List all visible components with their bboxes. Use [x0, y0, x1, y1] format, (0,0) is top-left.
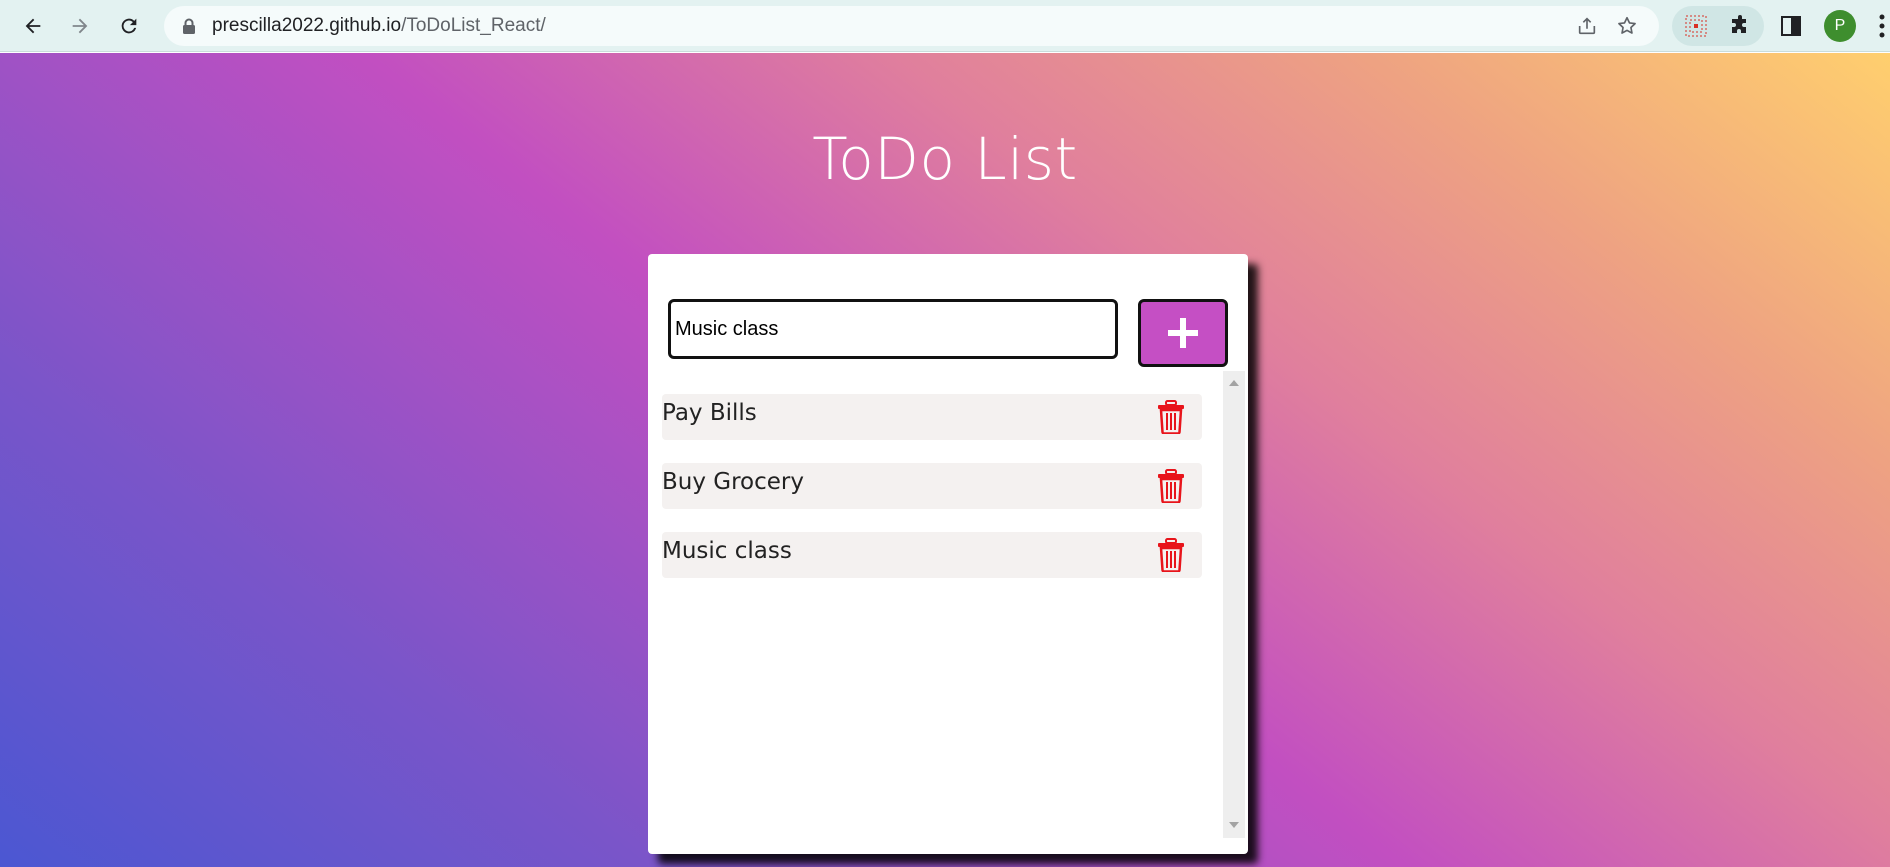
page-title: ToDo List — [812, 125, 1078, 193]
forward-arrow-icon — [72, 18, 88, 34]
grid-extension-icon[interactable] — [1684, 14, 1708, 38]
trash-icon[interactable] — [1156, 469, 1186, 503]
todo-item-text: Buy Grocery — [662, 469, 804, 495]
list-scrollbar[interactable] — [1223, 371, 1245, 838]
todo-card: Pay Bills Buy Grocery Music clas — [648, 254, 1248, 854]
share-icon[interactable] — [1576, 15, 1598, 37]
page-background: ToDo List Pay Bills Buy Grocery — [0, 53, 1890, 867]
todo-item-text: Pay Bills — [662, 400, 757, 426]
todo-list: Pay Bills Buy Grocery Music class — [662, 372, 1224, 838]
browser-toolbar: prescilla2022.github.io/ToDoList_React/ … — [0, 0, 1890, 52]
add-todo-button[interactable] — [1138, 299, 1228, 367]
reload-icon — [121, 18, 137, 34]
back-arrow-icon — [25, 18, 41, 34]
todo-item: Pay Bills — [662, 394, 1202, 440]
todo-input[interactable] — [668, 299, 1118, 359]
address-bar[interactable]: prescilla2022.github.io/ToDoList_React/ — [164, 6, 1659, 46]
todo-item: Music class — [662, 532, 1202, 578]
url-path: /ToDoList_React/ — [401, 15, 546, 36]
url-host: prescilla2022.github.io — [212, 15, 402, 36]
forward-button[interactable] — [63, 9, 97, 43]
todo-item-text: Music class — [662, 538, 792, 564]
avatar[interactable]: P — [1824, 10, 1856, 42]
scroll-down-arrow-icon[interactable] — [1228, 821, 1240, 829]
todo-item: Buy Grocery — [662, 463, 1202, 509]
puzzle-icon[interactable] — [1728, 14, 1752, 38]
scroll-up-arrow-icon[interactable] — [1228, 379, 1240, 387]
url-text: prescilla2022.github.io/ToDoList_React/ — [212, 6, 546, 46]
menu-dots-icon[interactable] — [1878, 12, 1886, 40]
reload-button[interactable] — [112, 9, 146, 43]
plus-icon — [1168, 318, 1198, 348]
back-button[interactable] — [16, 9, 50, 43]
side-panel-icon[interactable] — [1779, 14, 1803, 38]
extensions-group — [1672, 6, 1764, 46]
lock-icon — [183, 18, 195, 34]
trash-icon[interactable] — [1156, 538, 1186, 572]
star-icon[interactable] — [1616, 15, 1638, 37]
trash-icon[interactable] — [1156, 400, 1186, 434]
